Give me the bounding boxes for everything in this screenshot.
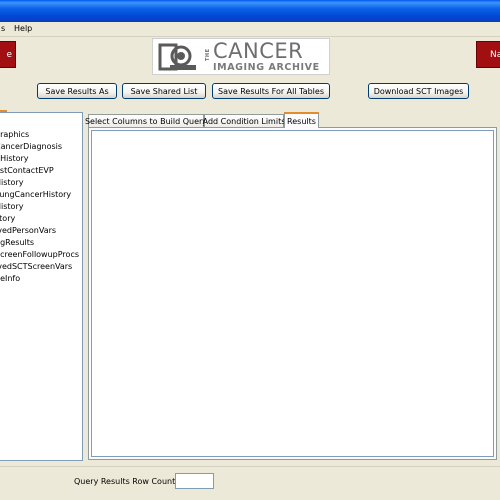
table-tree-list: graphics CancerDiagnosis gHistory astCon… <box>0 129 83 285</box>
left-red-button[interactable]: e <box>0 41 16 68</box>
tree-item[interactable]: ivedSCTScreenVars <box>0 261 83 273</box>
logo-subtitle-text: IMAGING ARCHIVE <box>213 62 320 73</box>
tree-item[interactable]: story <box>0 213 83 225</box>
tree-item[interactable]: CancerDiagnosis <box>0 141 83 153</box>
download-sct-images-label: Download SCT Images <box>373 86 464 96</box>
window-titlebar[interactable] <box>0 0 500 22</box>
save-shared-list-label: Save Shared List <box>130 86 198 96</box>
left-red-button-label: e <box>6 49 12 60</box>
app-header: e THE CANCER IMAGING ARCHIVE Na Save Res… <box>0 37 500 107</box>
right-red-button-label: Na <box>490 49 500 60</box>
tree-item[interactable]: History <box>0 177 83 189</box>
tab-add-condition-limits-label: Add Condition Limits <box>202 117 286 126</box>
tree-item[interactable]: gHistory <box>0 153 83 165</box>
logo-the-text: THE <box>205 48 211 62</box>
tab-select-columns-label: Select Columns to Build Query <box>84 117 208 126</box>
right-red-button[interactable]: Na <box>476 41 500 68</box>
save-shared-list-button[interactable]: Save Shared List <box>122 83 206 99</box>
tree-item[interactable]: LungCancerHistory <box>0 189 83 201</box>
tree-item[interactable]: ngResults <box>0 237 83 249</box>
tree-item[interactable]: astContactEVP <box>0 165 83 177</box>
tree-item[interactable]: ivedPersonVars <box>0 225 83 237</box>
footer-divider <box>0 466 500 467</box>
row-count-field[interactable] <box>175 473 214 489</box>
tree-item[interactable]: History <box>0 201 83 213</box>
logo-cancer-text: CANCER <box>213 39 304 63</box>
tree-item[interactable]: graphics <box>0 129 83 141</box>
archive-logo-icon <box>157 42 199 72</box>
save-results-all-tables-button[interactable]: Save Results For All Tables <box>212 83 330 99</box>
table-tree-panel: graphics CancerDiagnosis gHistory astCon… <box>0 112 83 461</box>
results-area[interactable] <box>91 130 494 457</box>
download-sct-images-button[interactable]: Download SCT Images <box>368 83 469 99</box>
save-results-as-button[interactable]: Save Results As <box>37 83 117 99</box>
results-tab-panel <box>88 127 497 460</box>
tree-item[interactable]: geInfo <box>0 273 83 285</box>
menu-item-help[interactable]: Help <box>14 24 32 33</box>
menubar: s Help <box>0 22 500 37</box>
save-results-as-label: Save Results As <box>45 86 109 96</box>
cancer-imaging-archive-logo: THE CANCER IMAGING ARCHIVE <box>152 38 330 75</box>
save-results-all-tables-label: Save Results For All Tables <box>218 86 324 96</box>
tab-select-columns[interactable]: Select Columns to Build Query <box>84 114 208 128</box>
tree-item[interactable]: ScreenFollowupProcs <box>0 249 83 261</box>
tab-results[interactable]: Results <box>284 112 319 128</box>
menu-item-truncated[interactable]: s <box>1 24 5 33</box>
row-count-label: Query Results Row Count <box>74 477 176 486</box>
tab-add-condition-limits[interactable]: Add Condition Limits <box>202 114 286 128</box>
tab-results-label: Results <box>287 116 316 126</box>
